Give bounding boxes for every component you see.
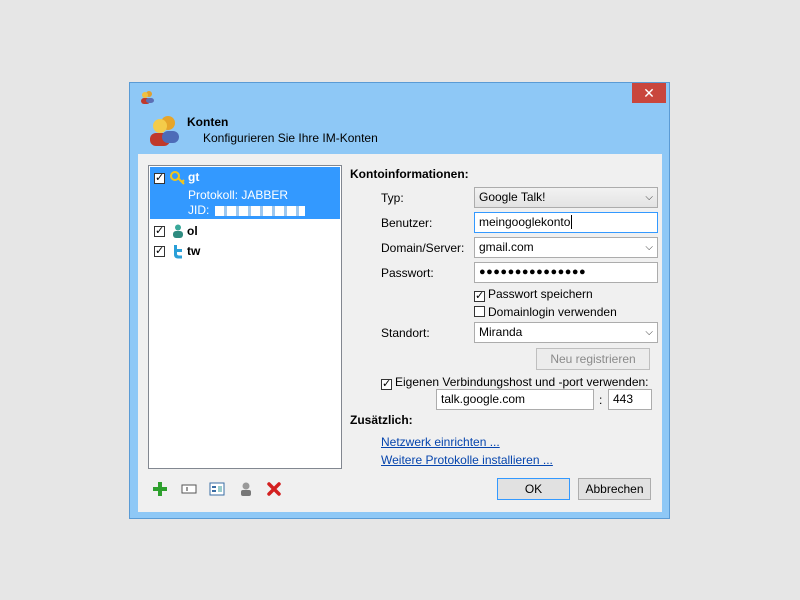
checkbox-unchecked[interactable] (474, 306, 485, 317)
password-label: Passwort: (381, 266, 434, 280)
account-options-icon[interactable] (209, 481, 225, 497)
account-enabled-checkbox[interactable]: ✓ (154, 173, 165, 184)
list-item-gt[interactable]: ✓ gt Protokoll: JABBER JID: (150, 167, 340, 219)
account-info-heading: Kontoinformationen: (350, 167, 469, 181)
account-enabled-checkbox[interactable]: ✓ (154, 246, 165, 257)
account-name: tw (187, 244, 201, 258)
register-button[interactable]: Neu registrieren (536, 348, 650, 370)
custom-host-checkbox[interactable]: ✓ Eigenen Verbindungshost und -port verwe… (381, 375, 649, 390)
host-input[interactable]: talk.google.com (436, 389, 594, 410)
extra-heading: Zusätzlich: (350, 413, 413, 427)
location-label: Standort: (381, 326, 430, 340)
account-protocol: Protokoll: JABBER (188, 188, 289, 202)
chevron-down-icon: ⌵ (645, 327, 653, 338)
accounts-header-icon (147, 114, 181, 151)
type-select[interactable]: Google Talk! ⌵ (474, 187, 658, 208)
accounts-dialog: ✕ Konten Konfigurieren Sie Ihre IM-Konte… (129, 82, 670, 519)
account-list[interactable]: ✓ gt Protokoll: JABBER JID: ✓ ol ✓ tw (148, 165, 342, 469)
location-value: Miranda (479, 325, 523, 339)
install-protocols-link[interactable]: Weitere Protokolle installieren ... (381, 453, 553, 467)
port-input[interactable]: 443 (608, 389, 652, 410)
user-input[interactable]: meingooglekonto (474, 212, 658, 233)
save-password-checkbox[interactable]: ✓ Passwort speichern (474, 287, 593, 302)
close-button[interactable]: ✕ (632, 83, 666, 103)
twitter-icon (170, 243, 186, 262)
domain-label: Domain/Server: (381, 241, 465, 255)
chevron-down-icon: ⌵ (645, 242, 653, 253)
key-icon (170, 170, 186, 189)
rename-account-icon[interactable] (181, 481, 197, 497)
type-label: Typ: (381, 191, 404, 205)
account-name: ol (187, 224, 198, 238)
password-input[interactable]: ●●●●●●●●●●●●●●● (474, 262, 658, 283)
type-value: Google Talk! (479, 190, 546, 204)
list-item-ol[interactable]: ✓ ol (149, 222, 339, 240)
chevron-down-icon: ⌵ (645, 192, 653, 203)
account-enabled-checkbox[interactable]: ✓ (154, 226, 165, 237)
location-select[interactable]: Miranda ⌵ (474, 322, 658, 343)
connect-icon[interactable] (238, 481, 254, 497)
checkbox-checked[interactable]: ✓ (474, 291, 485, 302)
account-name: gt (188, 170, 200, 184)
cancel-button[interactable]: Abbrechen (578, 478, 651, 500)
ok-button[interactable]: OK (497, 478, 570, 500)
page-title: Konten (187, 115, 229, 129)
port-separator: : (599, 393, 603, 407)
list-item-tw[interactable]: ✓ tw (149, 242, 339, 260)
dialog-body: ✓ gt Protokoll: JABBER JID: ✓ ol ✓ tw Ko… (138, 154, 662, 512)
page-subtitle: Konfigurieren Sie Ihre IM-Konten (203, 131, 378, 145)
domain-select[interactable]: gmail.com ⌵ (474, 237, 658, 258)
user-label: Benutzer: (381, 216, 433, 230)
delete-account-icon[interactable] (266, 481, 282, 497)
user-icon (170, 223, 186, 242)
checkbox-checked[interactable]: ✓ (381, 379, 392, 390)
domain-login-checkbox[interactable]: Domainlogin verwenden (474, 305, 617, 319)
add-account-icon[interactable] (152, 481, 168, 497)
jid-redacted (215, 205, 306, 216)
domain-value: gmail.com (479, 240, 534, 254)
network-settings-link[interactable]: Netzwerk einrichten ... (381, 435, 500, 449)
account-jid: JID: (188, 203, 306, 217)
app-users-icon (139, 89, 155, 108)
